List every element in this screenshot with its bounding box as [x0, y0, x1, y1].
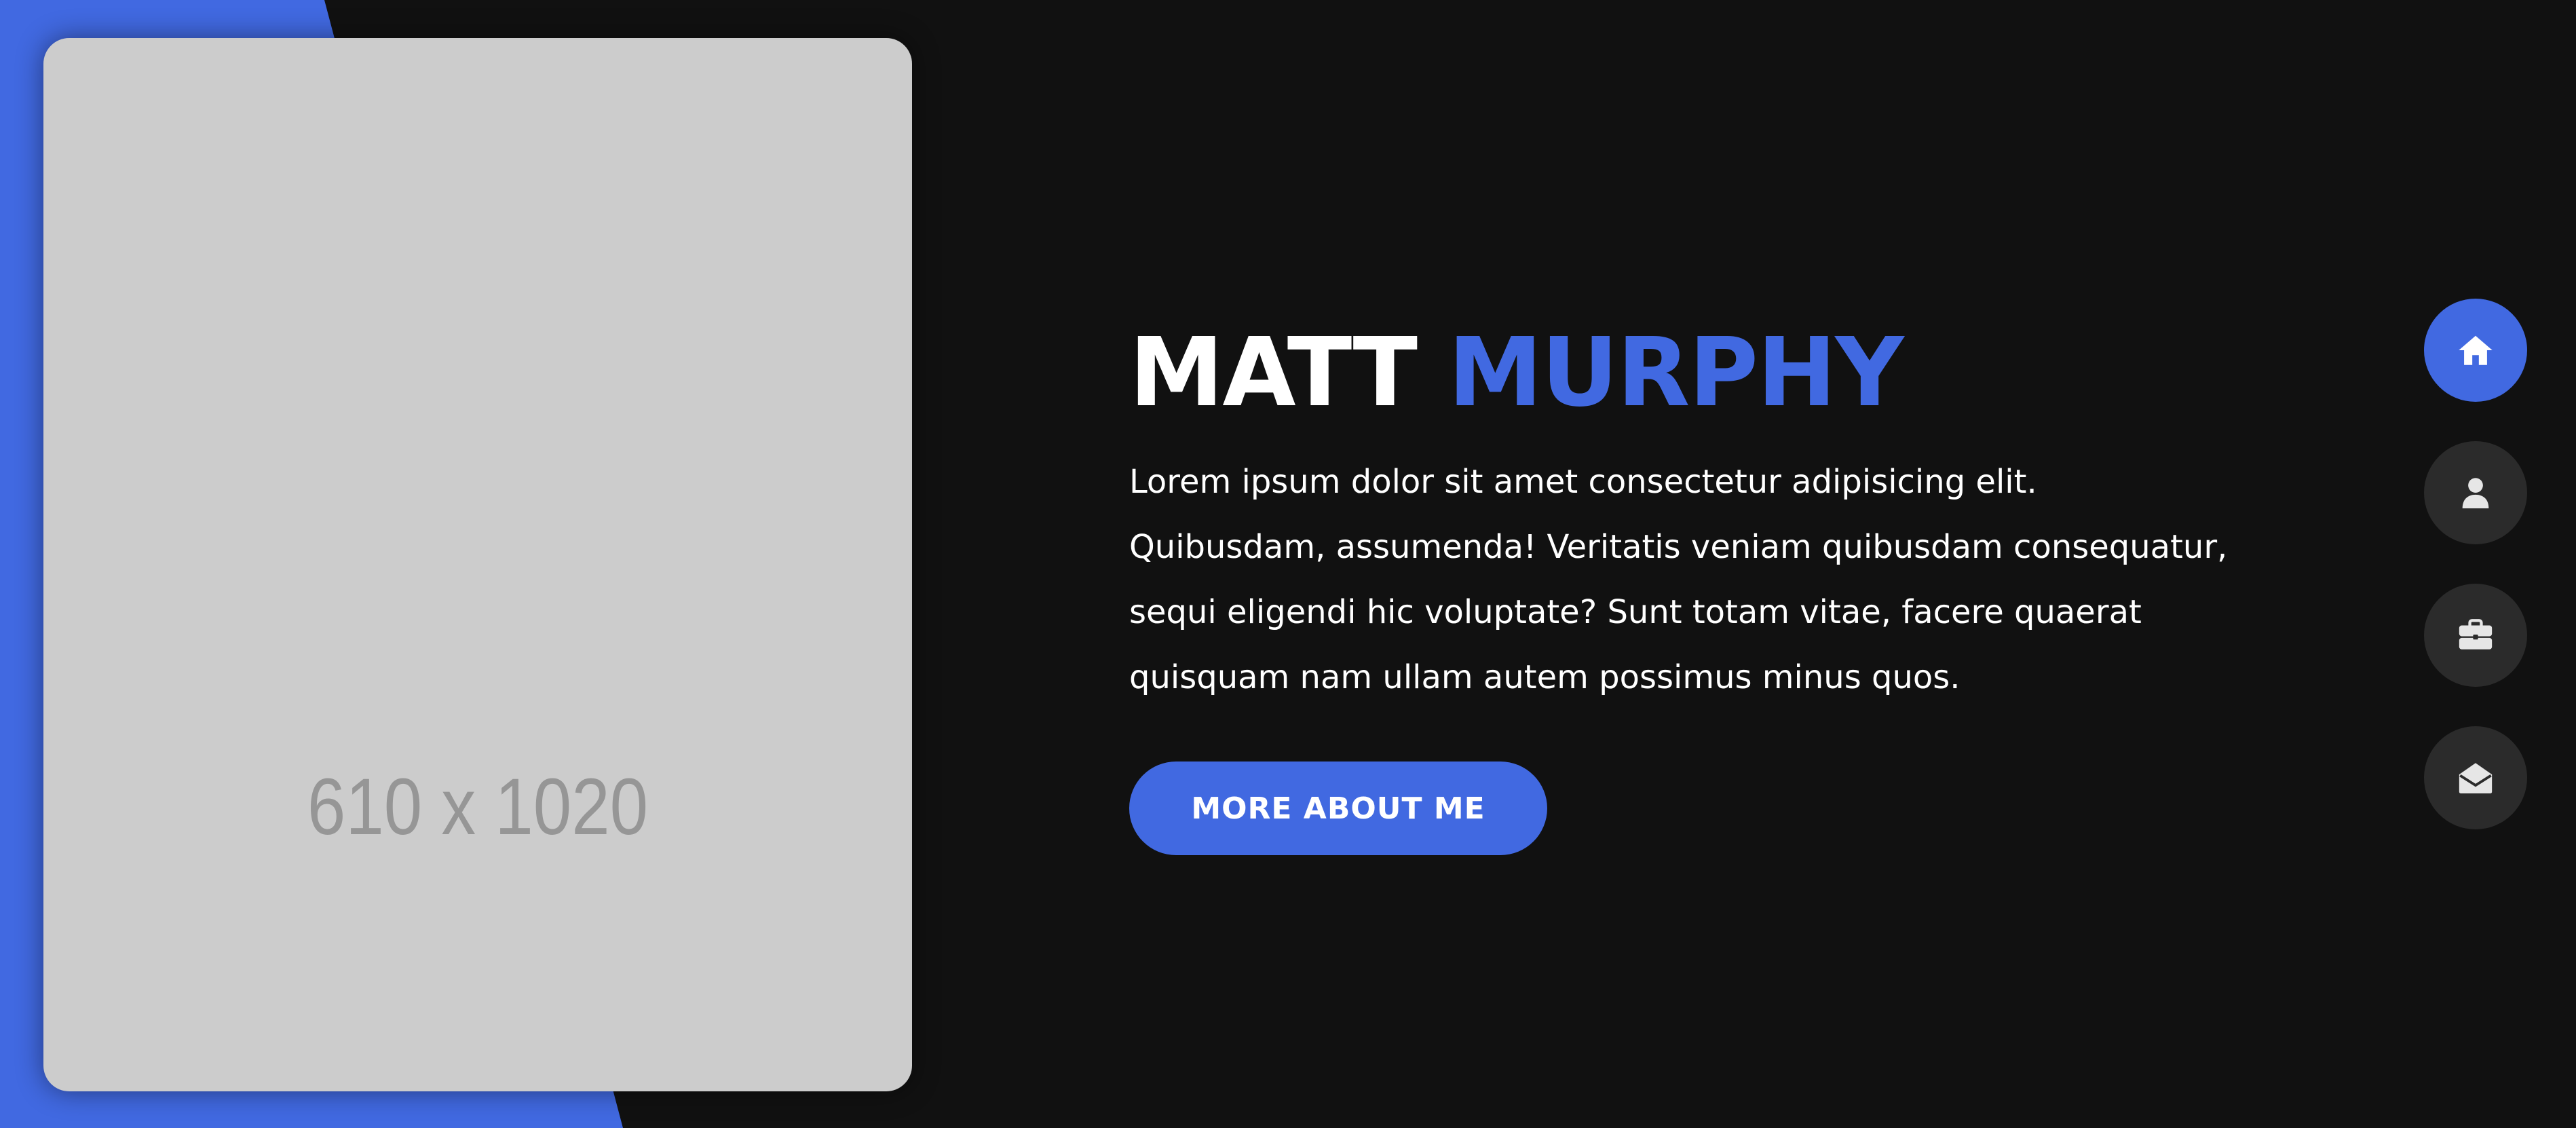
- nav-item-contact[interactable]: [2424, 726, 2527, 829]
- hero-content: MATT MURPHY Lorem ipsum dolor sit amet c…: [1129, 319, 2242, 855]
- home-icon: [2459, 335, 2493, 365]
- nav-item-about[interactable]: [2424, 441, 2527, 544]
- side-navigation: [2424, 299, 2527, 829]
- nav-item-portfolio[interactable]: [2424, 584, 2527, 687]
- image-size-label: 610 x 1020: [307, 762, 649, 852]
- first-name: MATT: [1129, 318, 1418, 428]
- hero-description: Lorem ipsum dolor sit amet consectetur a…: [1129, 463, 2228, 696]
- user-icon: [2462, 478, 2489, 508]
- envelope-open-icon: [2459, 763, 2493, 793]
- last-name: MURPHY: [1447, 318, 1904, 428]
- hero-title: MATT MURPHY: [1129, 319, 2242, 428]
- more-about-me-button[interactable]: MORE ABOUT ME: [1129, 762, 1547, 855]
- profile-image-placeholder: 610 x 1020: [43, 38, 912, 1091]
- nav-item-home[interactable]: [2424, 299, 2527, 402]
- briefcase-icon: [2459, 619, 2493, 650]
